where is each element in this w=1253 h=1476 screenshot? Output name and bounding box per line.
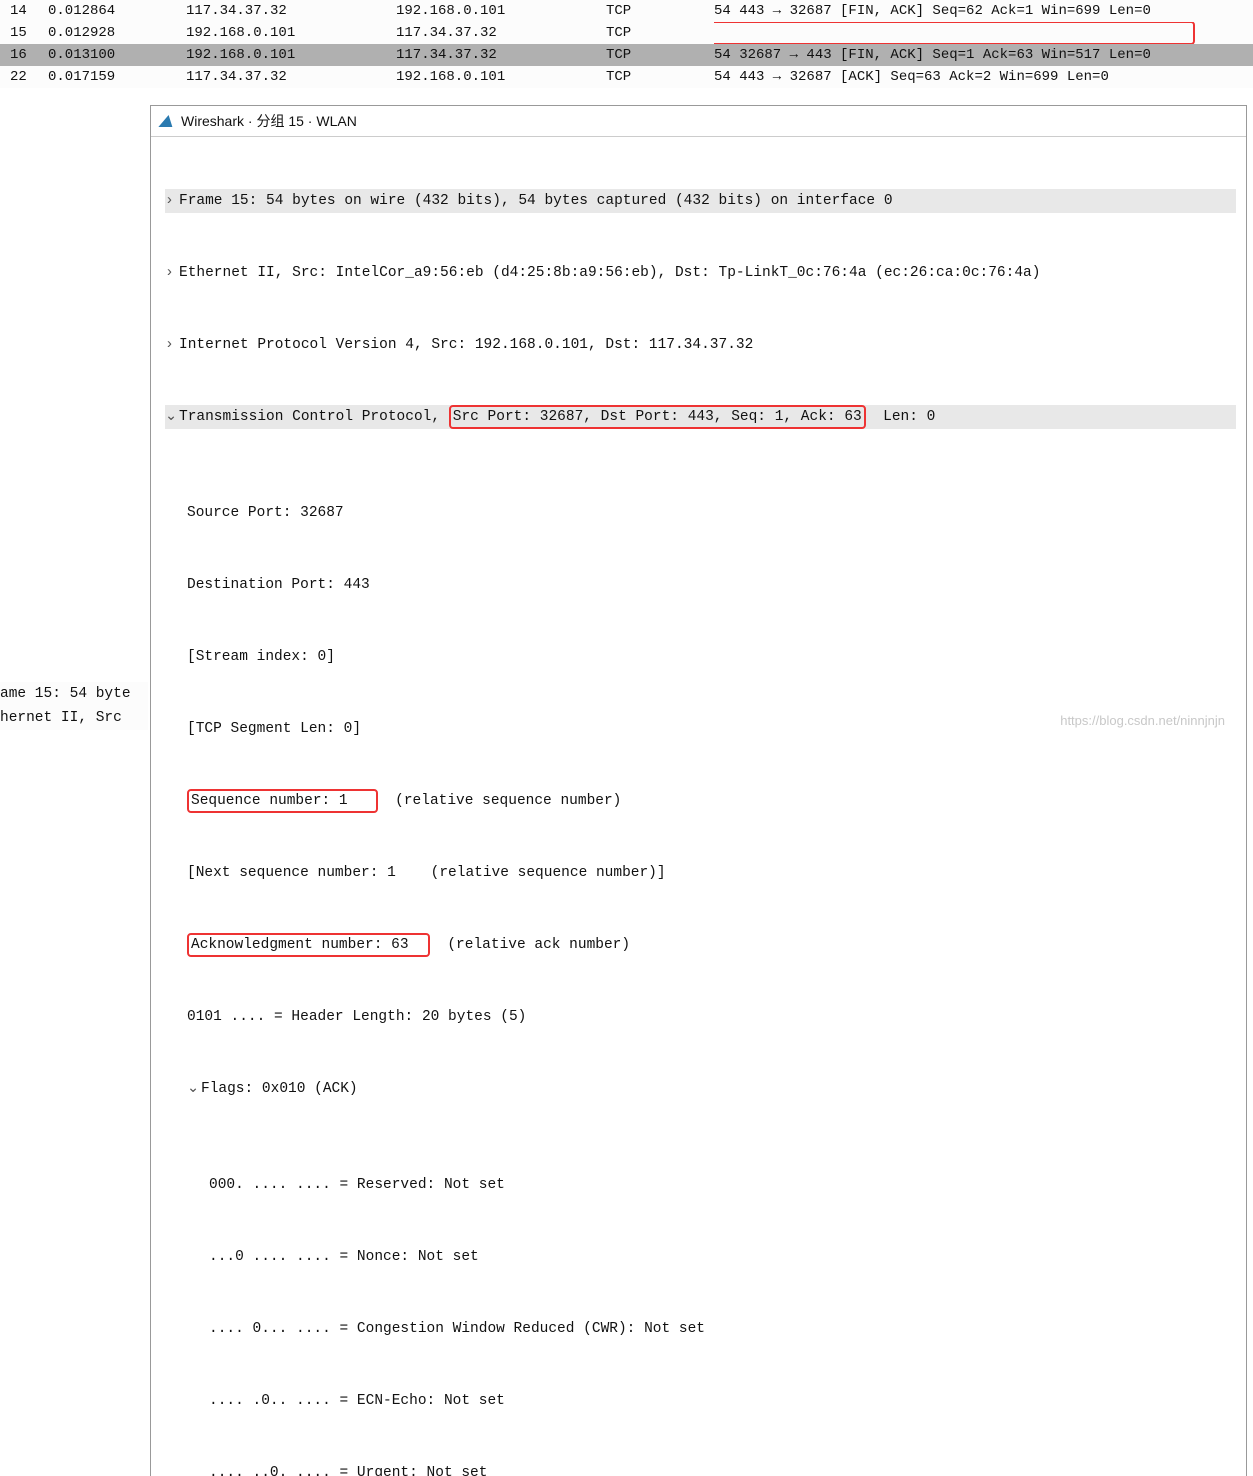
tree-text: Destination Port: 443 [187,573,370,597]
col-no: 15 [0,22,48,44]
col-proto: TCP [606,44,714,66]
col-dst: 117.34.37.32 [396,22,606,44]
tree-text: .... ..0. .... = Urgent: Not set [209,1461,487,1476]
tree-text: Flags: 0x010 (ACK) [201,1077,358,1101]
highlight-box: Sequence number: 1 [187,789,378,813]
tree-tcp[interactable]: ⌄Transmission Control Protocol, Src Port… [165,405,1236,429]
tree-frame[interactable]: ›Frame 15: 54 bytes on wire (432 bits), … [165,189,1236,213]
col-info: 54 32687 → 443 [ACK] Seq=1 Ack=63 Win=51… [714,22,1253,44]
detail-title-text: Wireshark · 分组 15 · WLAN [181,111,357,131]
highlight-box: Src Port: 32687, Dst Port: 443, Seq: 1, … [449,405,866,429]
packet-row[interactable]: 14 0.012864 117.34.37.32 192.168.0.101 T… [0,0,1253,22]
packet-row[interactable]: 22 0.017159 117.34.37.32 192.168.0.101 T… [0,66,1253,88]
tree-text: [Next sequence number: 1 (relative seque… [187,861,666,885]
tree-text: .... 0... .... = Congestion Window Reduc… [209,1317,705,1341]
tree-flag-ecn[interactable]: .... .0.. .... = ECN-Echo: Not set [165,1389,1236,1413]
highlight-box: Acknowledgment number: 63 [187,933,430,957]
col-src: 117.34.37.32 [186,66,396,88]
tree-text: ...0 .... .... = Nonce: Not set [209,1245,479,1269]
peek-line: ame 15: 54 byte [0,682,148,706]
detail-title-bar[interactable]: Wireshark · 分组 15 · WLAN [151,106,1246,137]
tree-next-seq[interactable]: [Next sequence number: 1 (relative seque… [165,861,1236,885]
tree-ack-number[interactable]: Acknowledgment number: 63 (relative ack … [165,933,1236,957]
tree-text: (relative sequence number) [378,789,622,813]
tree-text: (relative ack number) [430,933,630,957]
col-time: 0.012864 [48,0,186,22]
col-info: 54 443 → 32687 [FIN, ACK] Seq=62 Ack=1 W… [714,0,1253,22]
peek-line: hernet II, Src [0,706,148,730]
tree-flag-nonce[interactable]: ...0 .... .... = Nonce: Not set [165,1245,1236,1269]
tree-src-port[interactable]: Source Port: 32687 [165,501,1236,525]
col-time: 0.012928 [48,22,186,44]
tree-stream-index[interactable]: [Stream index: 0] [165,645,1236,669]
chevron-right-icon[interactable]: › [165,333,179,357]
tree-flag-urgent[interactable]: .... ..0. .... = Urgent: Not set [165,1461,1236,1476]
tree-header-len[interactable]: 0101 .... = Header Length: 20 bytes (5) [165,1005,1236,1029]
col-dst: 192.168.0.101 [396,66,606,88]
packet-detail-window[interactable]: Wireshark · 分组 15 · WLAN ›Frame 15: 54 b… [150,105,1247,1476]
col-dst: 117.34.37.32 [396,44,606,66]
chevron-down-icon[interactable]: ⌄ [165,405,179,429]
col-time: 0.017159 [48,66,186,88]
col-time: 0.013100 [48,44,186,66]
watermark-text: https://blog.csdn.net/ninnjnjn [1060,713,1225,728]
packet-list[interactable]: 14 0.012864 117.34.37.32 192.168.0.101 T… [0,0,1253,88]
col-src: 192.168.0.101 [186,22,396,44]
col-no: 22 [0,66,48,88]
tree-text: Ethernet II, Src: IntelCor_a9:56:eb (d4:… [179,261,1040,285]
tree-text: Transmission Control Protocol, [179,405,449,429]
tree-flags[interactable]: ⌄Flags: 0x010 (ACK) [165,1077,1236,1101]
col-info: 54 32687 → 443 [FIN, ACK] Seq=1 Ack=63 W… [714,44,1253,66]
chevron-right-icon[interactable]: › [165,189,179,213]
tree-text: [Stream index: 0] [187,645,335,669]
col-no: 14 [0,0,48,22]
tree-dst-port[interactable]: Destination Port: 443 [165,573,1236,597]
tree-text: 000. .... .... = Reserved: Not set [209,1173,505,1197]
tree-ethernet[interactable]: ›Ethernet II, Src: IntelCor_a9:56:eb (d4… [165,261,1236,285]
protocol-tree[interactable]: ›Frame 15: 54 bytes on wire (432 bits), … [151,137,1246,1476]
col-no: 16 [0,44,48,66]
col-proto: TCP [606,0,714,22]
col-proto: TCP [606,22,714,44]
packet-row-selected[interactable]: 16 0.013100 192.168.0.101 117.34.37.32 T… [0,44,1253,66]
col-proto: TCP [606,66,714,88]
tree-text: 0101 .... = Header Length: 20 bytes (5) [187,1005,526,1029]
tree-text: [TCP Segment Len: 0] [187,717,361,741]
tree-text: Source Port: 32687 [187,501,344,525]
col-src: 117.34.37.32 [186,0,396,22]
tree-ip[interactable]: ›Internet Protocol Version 4, Src: 192.1… [165,333,1236,357]
chevron-down-icon[interactable]: ⌄ [187,1077,201,1101]
wireshark-icon [157,113,177,129]
chevron-right-icon[interactable]: › [165,261,179,285]
tree-text: Len: 0 [866,405,936,429]
col-dst: 192.168.0.101 [396,0,606,22]
col-src: 192.168.0.101 [186,44,396,66]
tree-text: Internet Protocol Version 4, Src: 192.16… [179,333,753,357]
col-info: 54 443 → 32687 [ACK] Seq=63 Ack=2 Win=69… [714,66,1253,88]
tree-text: Frame 15: 54 bytes on wire (432 bits), 5… [179,189,893,213]
tree-text: .... .0.. .... = ECN-Echo: Not set [209,1389,505,1413]
tree-flag-cwr[interactable]: .... 0... .... = Congestion Window Reduc… [165,1317,1236,1341]
tree-flag-reserved[interactable]: 000. .... .... = Reserved: Not set [165,1173,1236,1197]
background-text-peek: ame 15: 54 byte hernet II, Src [0,682,148,730]
packet-row[interactable]: 15 0.012928 192.168.0.101 117.34.37.32 T… [0,22,1253,44]
tree-seq-number[interactable]: Sequence number: 1 (relative sequence nu… [165,789,1236,813]
highlight-box [714,22,1195,44]
